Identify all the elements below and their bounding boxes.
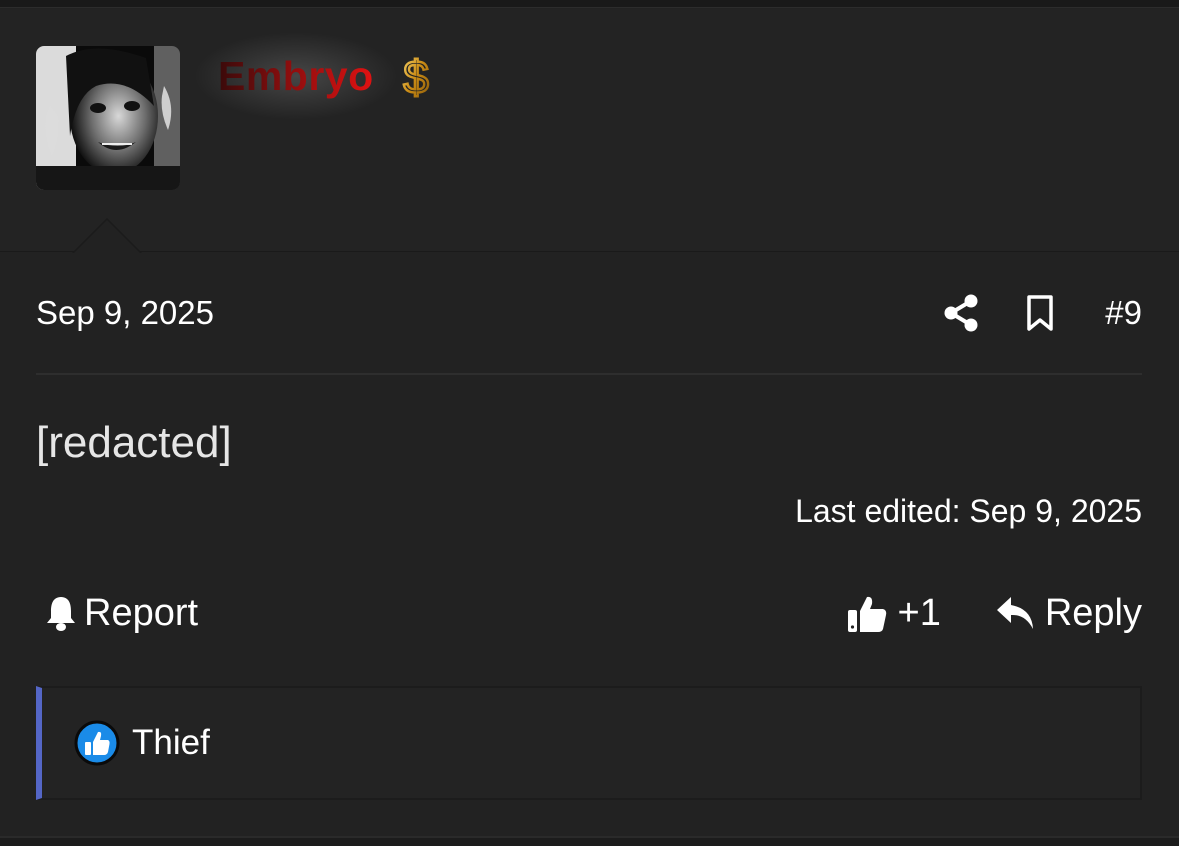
post-body: [redacted] [36,418,232,467]
reply-label: Reply [1044,591,1142,634]
like-count: +1 [897,591,941,634]
avatar-image [36,46,180,190]
username-link[interactable]: Embryo [218,53,374,100]
user-header: Embryo $ [0,9,1179,252]
like-button[interactable]: +1 [846,592,941,635]
report-label: Report [84,591,199,634]
post-footer: Report +1 Reply [36,584,1142,642]
meta-divider [36,373,1142,375]
bottom-edge [0,836,1179,846]
bookmark-icon[interactable] [1025,294,1055,332]
bell-icon [47,597,75,631]
thumbs-up-icon [847,596,886,632]
post-footer-actions: +1 Reply [846,592,1142,635]
svg-text:$: $ [403,51,429,103]
top-edge [0,0,1179,8]
post-date[interactable]: Sep 9, 2025 [36,294,214,332]
post-meta-row: Sep 9, 2025 #9 [36,288,1142,338]
thumbs-up-reaction-icon [74,720,120,766]
reply-icon [996,597,1033,629]
avatar[interactable] [36,46,180,190]
header-pointer [74,220,140,253]
report-button[interactable]: Report [36,592,198,635]
reply-button[interactable]: Reply [995,592,1142,635]
reactions-bar: Thief [36,686,1142,800]
post-meta-actions: #9 [943,294,1142,332]
reactor-name[interactable]: Thief [132,723,210,763]
post-number-link[interactable]: #9 [1105,294,1142,332]
share-icon[interactable] [943,294,979,332]
username-block: Embryo $ [196,33,458,119]
dollar-sign-icon: $ [402,50,430,103]
last-edited-note: Last edited: Sep 9, 2025 [795,493,1142,529]
